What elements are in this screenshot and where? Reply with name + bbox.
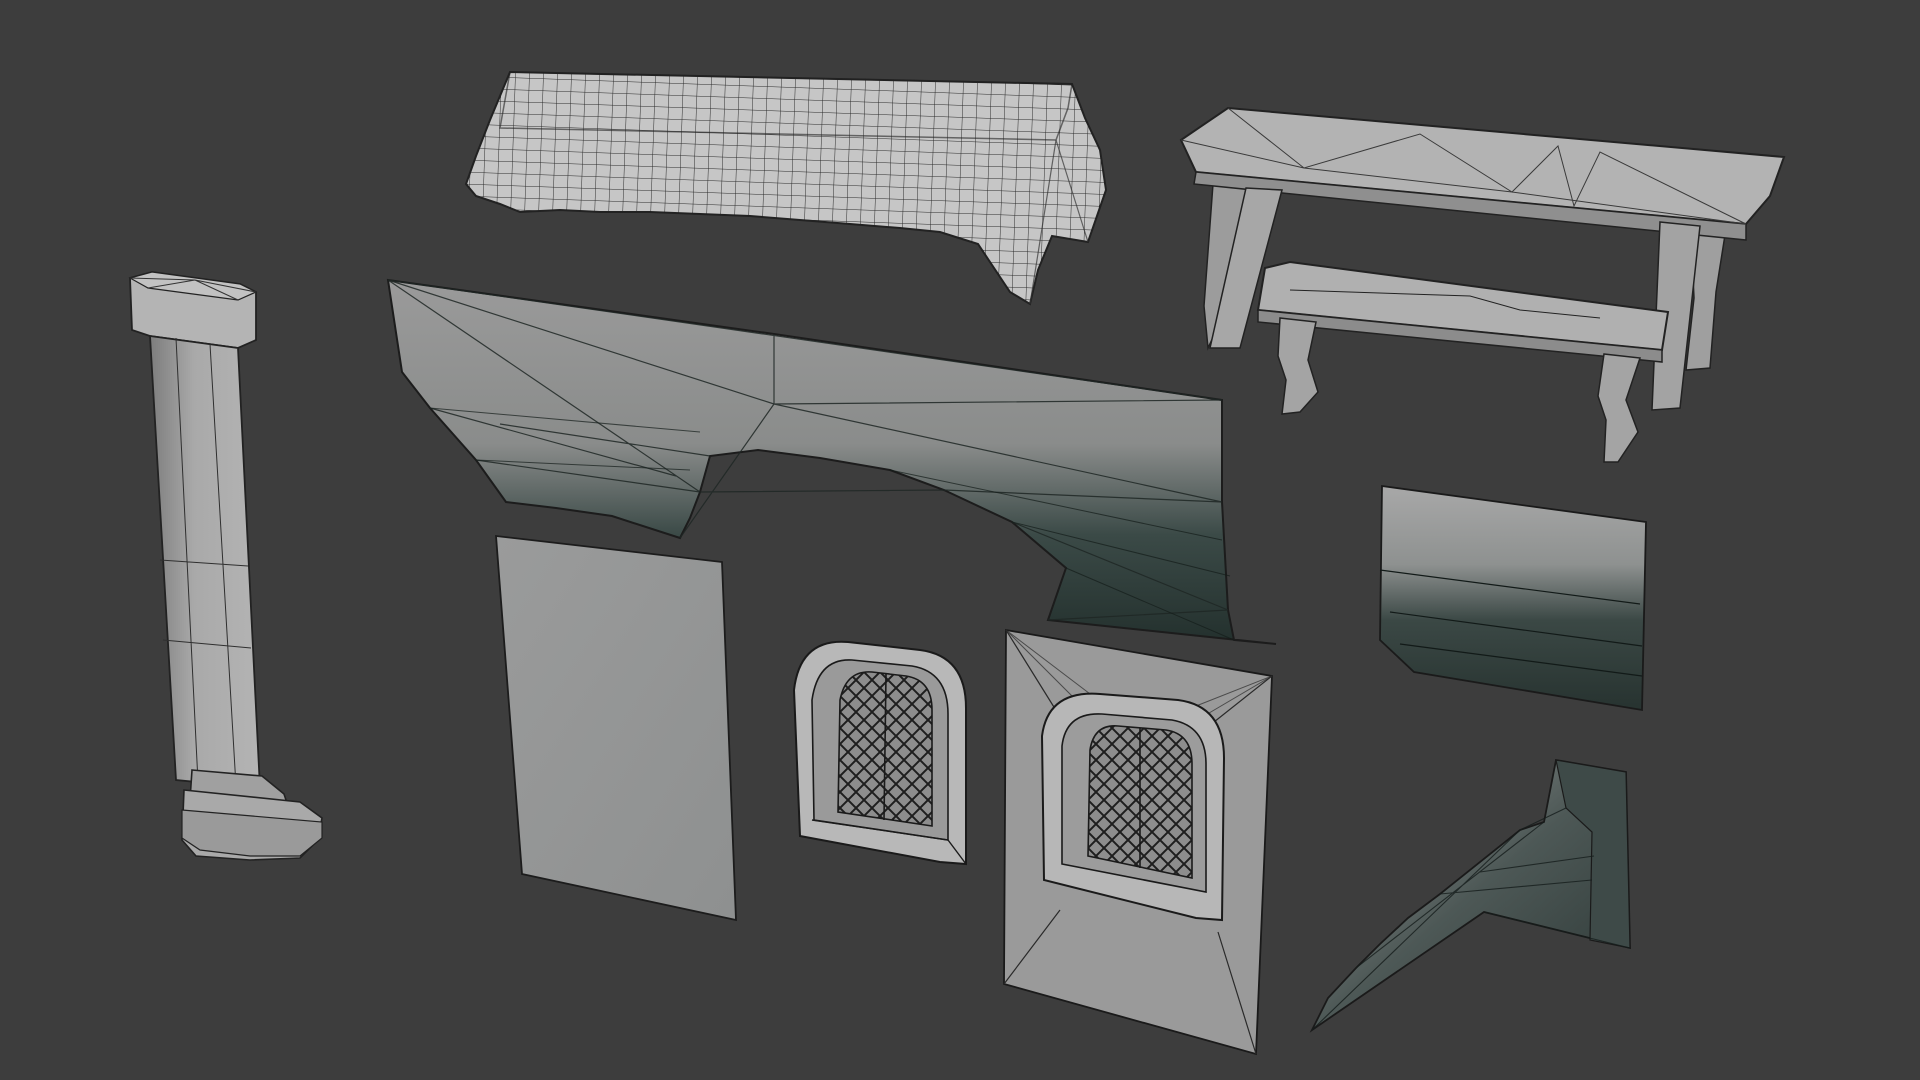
pillar[interactable]	[128, 271, 323, 861]
trestle-table[interactable]	[1179, 106, 1786, 411]
wall-corner-piece[interactable]	[1379, 484, 1647, 712]
arched-window[interactable]	[792, 640, 967, 866]
scene-canvas	[128, 70, 1786, 1056]
3d-viewport[interactable]	[0, 0, 1920, 1080]
bench[interactable]	[1256, 260, 1670, 463]
stair-corner-piece[interactable]	[1309, 758, 1631, 1033]
wall-panel[interactable]	[495, 534, 737, 922]
tablecloth[interactable]	[464, 70, 1108, 306]
window-wall-panel[interactable]	[1003, 628, 1273, 1056]
